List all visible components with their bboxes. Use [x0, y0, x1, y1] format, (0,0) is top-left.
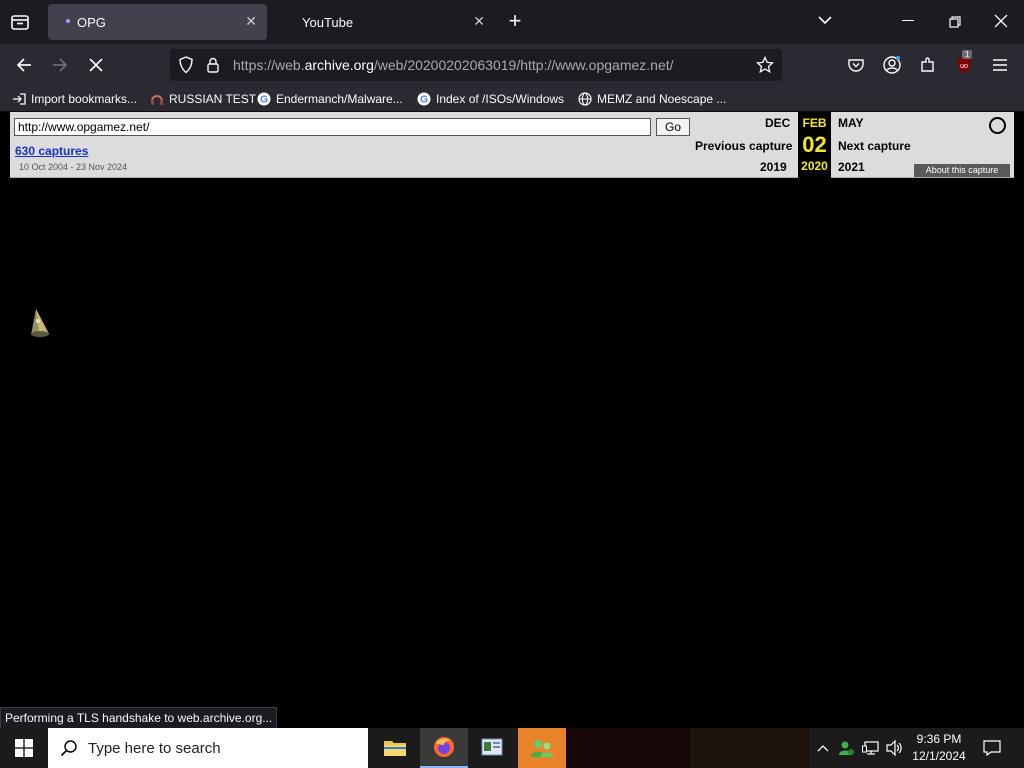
current-day: 02 [802, 132, 827, 157]
wayback-go-button[interactable]: Go [656, 118, 690, 136]
search-icon [60, 739, 78, 757]
capture-date-range: 10 Oct 2004 - 23 Nov 2024 [19, 162, 128, 172]
clock[interactable]: 9:36 PM 12/1/2024 [908, 731, 970, 765]
close-tab-icon[interactable]: ✕ [473, 13, 485, 30]
tab-youtube[interactable]: YouTube ✕ [276, 4, 495, 40]
url-text[interactable]: https://web.archive.org/web/202002020630… [233, 57, 674, 73]
url-scheme: https://web. [233, 57, 305, 73]
captures-link[interactable]: 630 captures [15, 144, 88, 158]
minimize-window-button[interactable] [902, 20, 914, 21]
clock-time: 9:36 PM [916, 732, 962, 746]
wayback-close-circle-icon[interactable] [989, 117, 1006, 134]
back-button[interactable] [13, 54, 35, 76]
lock-icon[interactable] [206, 56, 220, 79]
page-content [0, 180, 1024, 707]
ublock-origin-icon[interactable]: uo 1 [953, 50, 975, 76]
account-icon[interactable] [881, 54, 903, 76]
volume-icon[interactable] [884, 728, 906, 768]
list-tabs-chevron-icon[interactable] [816, 13, 834, 32]
cursor-sprite-icon [28, 308, 52, 343]
search-placeholder: Type here to search [88, 739, 221, 757]
google-icon: G [257, 92, 271, 106]
bookmark-label: MEMZ and Noescape ... [597, 92, 727, 106]
new-tab-button[interactable]: + [505, 10, 525, 32]
about-capture-button[interactable]: About this capture [914, 164, 1010, 177]
previous-capture-link[interactable]: Previous capture [695, 139, 792, 153]
svg-text:G: G [260, 95, 268, 106]
url-path: /web/20200202063019/http://www.opgamez.n… [373, 57, 674, 73]
bookmark-label: RUSSIAN TEST [169, 92, 257, 106]
firefox-taskbar-icon[interactable] [420, 728, 468, 768]
bookmark-endermanch[interactable]: G Endermanch/Malware... [257, 90, 403, 108]
current-month: FEB [802, 116, 827, 130]
control-panel-icon[interactable] [468, 728, 516, 768]
loading-dot-icon [66, 19, 70, 23]
network-icon[interactable] [860, 728, 882, 768]
address-bar[interactable]: https://web.archive.org/web/202002020630… [170, 49, 782, 81]
notifications-icon[interactable] [978, 728, 1006, 768]
extensions-icon[interactable] [917, 54, 939, 76]
restore-window-button[interactable] [949, 15, 961, 33]
svg-text:G: G [420, 95, 428, 106]
svg-text:uo: uo [960, 63, 968, 70]
tab-opg[interactable]: OPG ✕ [48, 4, 267, 40]
bookmark-import[interactable]: Import bookmarks... [12, 90, 137, 108]
prev-month-link[interactable]: DEC [765, 116, 790, 130]
google-icon: G [417, 92, 431, 106]
url-domain: archive.org [304, 57, 374, 73]
bookmark-label: Index of /ISOs/Windows [436, 92, 565, 106]
pocket-icon[interactable] [845, 54, 867, 76]
next-year-link[interactable]: 2021 [838, 160, 865, 174]
tab-overview-icon[interactable] [10, 12, 30, 32]
wayback-toolbar: Go 630 captures 10 Oct 2004 - 23 Nov 202… [10, 112, 1014, 178]
show-hidden-icons-chevron[interactable] [814, 728, 832, 768]
prev-year-link[interactable]: 2019 [760, 160, 787, 174]
tab-bar: OPG ✕ YouTube ✕ + [0, 0, 1024, 44]
active-app-taskbar-icon[interactable] [518, 728, 566, 768]
tab-label: YouTube [302, 14, 354, 30]
next-month-link[interactable]: MAY [838, 116, 864, 130]
import-icon [12, 92, 26, 106]
close-window-button[interactable] [994, 14, 1008, 33]
bookmark-memz[interactable]: MEMZ and Noescape ... [578, 90, 726, 108]
headset-icon [150, 92, 164, 106]
close-tab-icon[interactable]: ✕ [245, 13, 257, 30]
bookmark-star-icon[interactable] [755, 55, 775, 79]
wayback-url-input[interactable] [14, 118, 651, 136]
next-capture-link[interactable]: Next capture [838, 139, 911, 153]
taskbar-search-box[interactable]: Type here to search [48, 728, 368, 768]
taskbar-thumbnail-area-2 [690, 728, 810, 768]
current-capture-box: FEB 02 2020 [798, 112, 831, 178]
status-panel: Performing a TLS handshake to web.archiv… [0, 707, 278, 729]
windows-taskbar: Type here to search 9:36 PM 12/1/2024 [0, 728, 1024, 768]
forward-button[interactable] [49, 54, 71, 76]
tab-label: OPG [77, 14, 106, 30]
start-button[interactable] [0, 728, 48, 768]
tracking-shield-icon[interactable] [178, 56, 194, 79]
bookmarks-toolbar: Import bookmarks... RUSSIAN TEST G Ender… [0, 86, 1024, 112]
bookmark-index-isos[interactable]: G Index of /ISOs/Windows [417, 90, 564, 108]
extension-badge: 1 [962, 50, 973, 59]
navigation-toolbar: https://web.archive.org/web/202002020630… [0, 44, 1024, 86]
stop-loading-button[interactable] [85, 54, 107, 76]
bookmark-label: Endermanch/Malware... [276, 92, 403, 106]
file-explorer-icon[interactable] [371, 728, 419, 768]
bookmark-label: Import bookmarks... [31, 92, 138, 106]
bookmark-russian-test[interactable]: RUSSIAN TEST [150, 90, 256, 108]
taskbar-thumbnail-area [566, 728, 690, 768]
clock-date: 12/1/2024 [912, 749, 966, 763]
menu-hamburger-icon[interactable] [989, 54, 1011, 76]
people-tray-icon[interactable] [836, 728, 856, 768]
current-year: 2020 [801, 159, 828, 173]
globe-icon [578, 92, 592, 106]
